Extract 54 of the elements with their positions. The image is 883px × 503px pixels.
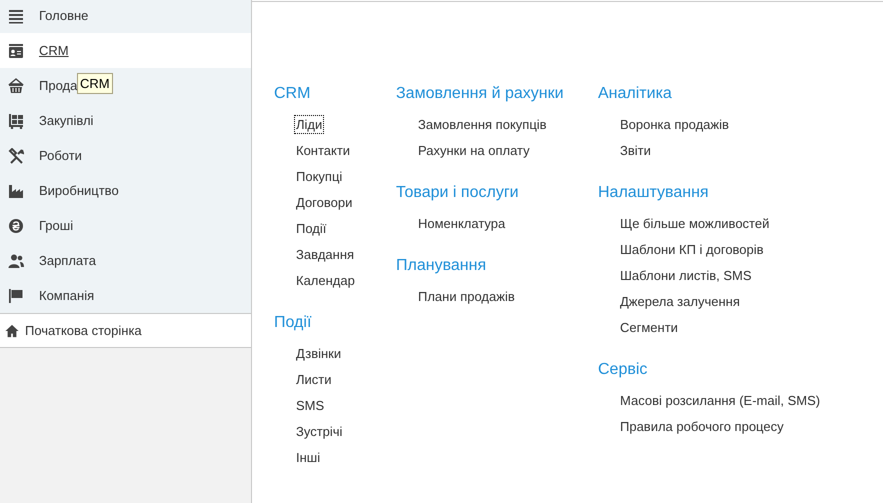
- tools-icon: [8, 148, 24, 164]
- menu-link[interactable]: Правила робочого процесу: [618, 416, 786, 436]
- sidebar-item[interactable]: Зарплата: [8, 250, 96, 270]
- menu-link[interactable]: Договори: [294, 192, 354, 212]
- sidebar-item[interactable]: Виробництво: [8, 180, 119, 200]
- menu-link[interactable]: Зустрічі: [294, 422, 344, 440]
- contact-card-icon: [8, 42, 24, 58]
- sidebar-item[interactable]: Гроші: [8, 216, 74, 236]
- menu-link[interactable]: Покупці: [294, 166, 344, 186]
- sidebar-item[interactable]: CRM: [8, 40, 69, 60]
- section-title: Події: [274, 313, 312, 333]
- factory-icon: [8, 182, 24, 198]
- section-title: Товари і послуги: [396, 183, 519, 203]
- sidebar-item[interactable]: Прода: [8, 76, 78, 96]
- menu-link[interactable]: Номенклатура: [416, 214, 508, 232]
- section-title: Аналітика: [598, 84, 672, 104]
- menu-link[interactable]: Воронка продажів: [618, 114, 731, 134]
- flag-icon: [8, 288, 24, 304]
- menu-link[interactable]: Події: [294, 218, 328, 238]
- section-title: Налаштування: [598, 183, 709, 203]
- menu-link[interactable]: Джерела залучення: [618, 292, 742, 310]
- menu-link[interactable]: Ще більше можливостей: [618, 214, 772, 232]
- home-page-link[interactable]: Початкова сторінка: [0, 314, 251, 348]
- sidebar-item[interactable]: Роботи: [8, 146, 82, 166]
- section-title: Замовлення й рахунки: [396, 84, 564, 104]
- basket-icon: [8, 78, 24, 94]
- menu-link[interactable]: Дзвінки: [294, 344, 344, 362]
- menu-link[interactable]: Замовлення покупців: [416, 114, 549, 134]
- section-title: Сервіс: [598, 360, 648, 380]
- menu-link[interactable]: Завдання: [294, 244, 356, 264]
- menu-link[interactable]: Сегменти: [618, 318, 680, 336]
- sidebar-item[interactable]: Компанія: [8, 286, 94, 306]
- menu-link[interactable]: Рахунки на оплату: [416, 140, 532, 160]
- coin-icon: [8, 218, 24, 234]
- tooltip: CRM: [77, 73, 113, 94]
- menu-link[interactable]: Контакти: [294, 140, 352, 160]
- menu-link[interactable]: SMS: [294, 396, 326, 414]
- sidebar-item[interactable]: Закупівлі: [8, 110, 94, 130]
- menu-link[interactable]: Шаблони КП і договорів: [618, 240, 766, 258]
- menu-link[interactable]: Календар: [294, 270, 357, 290]
- home-icon: [5, 324, 19, 338]
- menu-link[interactable]: Листи: [294, 370, 334, 388]
- menu-link[interactable]: Плани продажів: [416, 286, 517, 306]
- people-icon: [8, 252, 24, 268]
- sidebar-item[interactable]: Головне: [8, 6, 88, 26]
- menu-link[interactable]: Масові розсилання (E-mail, SMS): [618, 390, 822, 410]
- menu-link[interactable]: Інші: [294, 448, 322, 466]
- section-title: CRM: [274, 84, 310, 104]
- menu-link[interactable]: Звіти: [618, 140, 653, 160]
- section-title: Планування: [396, 256, 486, 276]
- menu-link[interactable]: Шаблони листів, SMS: [618, 266, 754, 284]
- menu-link[interactable]: Ліди: [294, 114, 324, 134]
- menu-icon: [8, 8, 24, 24]
- cart-icon: [8, 112, 24, 128]
